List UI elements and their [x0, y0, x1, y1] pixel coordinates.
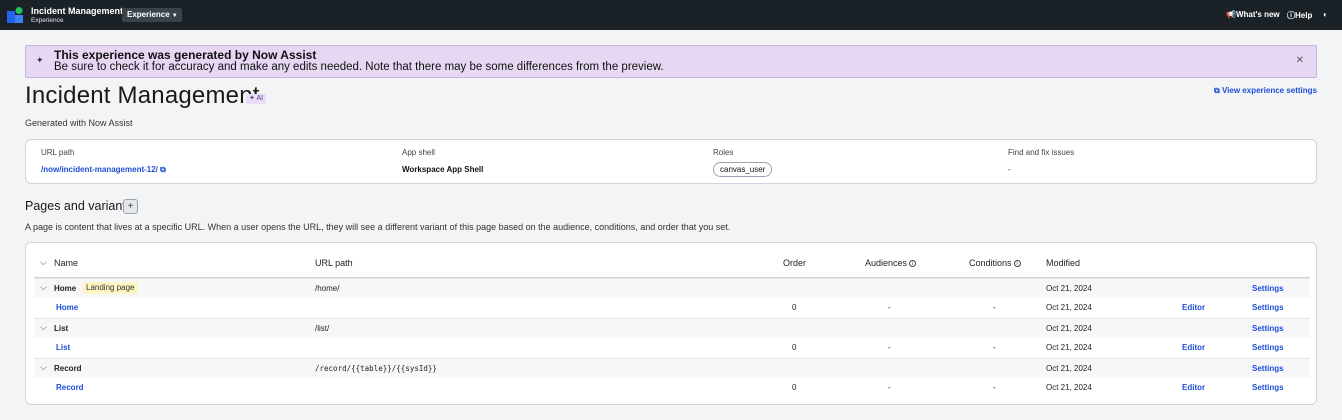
- audiences-label: Audiences: [865, 258, 908, 268]
- column-url-path: URL path: [315, 258, 353, 268]
- chevron-down-icon[interactable]: ⌵: [40, 362, 47, 373]
- table-row: ⌵ List /list/ Oct 21, 2024 Settings: [34, 318, 1310, 338]
- chevron-down-icon[interactable]: ⌵: [40, 322, 47, 333]
- variant-order: 0: [792, 303, 797, 312]
- whats-new-label: What's new: [1235, 10, 1280, 19]
- info-icon[interactable]: i: [1013, 260, 1021, 268]
- column-modified: Modified: [1046, 258, 1081, 268]
- whats-new-button[interactable]: 📢What's new: [1226, 10, 1280, 19]
- table-row: ⌵ Record /record/{{table}}/{{sysId}} Oct…: [34, 358, 1310, 378]
- url-path-link[interactable]: /now/incident-management-12/ ⧉: [41, 165, 166, 175]
- column-audiences: Audiences i: [865, 258, 917, 268]
- chevron-down-icon[interactable]: ⌵: [40, 282, 47, 293]
- variant-audiences: -: [888, 383, 891, 392]
- variant-name-link[interactable]: Home: [56, 303, 78, 312]
- page-settings-link[interactable]: Settings: [1252, 324, 1284, 333]
- page-settings-link[interactable]: Settings: [1252, 284, 1284, 293]
- variant-order: 0: [792, 383, 797, 392]
- table-row: Record 0 - - Oct 21, 2024 Editor Setting…: [34, 378, 1310, 398]
- find-issues-label: Find and fix issues: [1008, 148, 1075, 157]
- experience-menu-label: Experience: [127, 10, 170, 19]
- variant-settings-link[interactable]: Settings: [1252, 383, 1284, 392]
- page-url-path: /home/: [315, 284, 340, 293]
- megaphone-icon: 📢: [1226, 10, 1236, 19]
- variant-audiences: -: [888, 303, 891, 312]
- close-icon[interactable]: ✕: [1296, 55, 1304, 66]
- variant-conditions: -: [993, 303, 996, 312]
- landing-page-badge: Landing page: [83, 282, 138, 294]
- variant-conditions: -: [993, 343, 996, 352]
- pages-section-title: Pages and variants: [25, 199, 133, 213]
- page-url-path: /record/{{table}}/{{sysId}}: [315, 364, 437, 373]
- page-name: Home: [54, 284, 77, 293]
- column-name: Name: [54, 258, 79, 268]
- experience-menu-button[interactable]: Experience ▼: [122, 8, 182, 22]
- app-logo-icon: [7, 7, 23, 23]
- help-icon: ⓘ: [1287, 11, 1295, 20]
- info-icon[interactable]: i: [909, 260, 917, 268]
- help-button[interactable]: ⓘHelp: [1287, 10, 1312, 21]
- page-title: Incident Management: [25, 82, 260, 109]
- roles-label: Roles: [713, 148, 734, 157]
- variant-editor-link[interactable]: Editor: [1182, 343, 1205, 352]
- pages-description: A page is content that lives at a specif…: [25, 222, 731, 232]
- table-row: Home 0 - - Oct 21, 2024 Editor Settings: [34, 298, 1310, 318]
- page-url-path: /list/: [315, 324, 330, 333]
- external-open-icon: ⧉: [1214, 86, 1220, 95]
- app-title: Incident Management: [31, 6, 124, 16]
- app-subtitle: Experience: [31, 17, 64, 24]
- external-link-icon: ⧉: [160, 165, 166, 174]
- variant-order: 0: [792, 343, 797, 352]
- column-conditions: Conditions i: [969, 258, 1021, 268]
- url-path-value: /now/incident-management-12/: [41, 165, 158, 174]
- page-name: Record: [54, 364, 82, 373]
- ai-badge: ✦ AI: [246, 94, 267, 104]
- banner-title: This experience was generated by Now Ass…: [54, 48, 317, 62]
- page-modified: Oct 21, 2024: [1046, 364, 1092, 373]
- variant-modified: Oct 21, 2024: [1046, 343, 1092, 352]
- page-settings-link[interactable]: Settings: [1252, 364, 1284, 373]
- table-row: List 0 - - Oct 21, 2024 Editor Settings: [34, 338, 1310, 358]
- variant-modified: Oct 21, 2024: [1046, 303, 1092, 312]
- variant-editor-link[interactable]: Editor: [1182, 383, 1205, 392]
- app-shell-label: App shell: [402, 148, 435, 157]
- table-header: ⌵ Name URL path Order Audiences i Conditi…: [34, 251, 1310, 278]
- variant-modified: Oct 21, 2024: [1046, 383, 1092, 392]
- experience-info-card: URL path /now/incident-management-12/ ⧉ …: [25, 139, 1317, 184]
- variant-conditions: -: [993, 383, 996, 392]
- page-modified: Oct 21, 2024: [1046, 284, 1092, 293]
- table-row: ⌵ Home Landing page /home/ Oct 21, 2024 …: [34, 278, 1310, 298]
- theme-toggle-icon[interactable]: ◐: [1323, 10, 1328, 19]
- variant-settings-link[interactable]: Settings: [1252, 303, 1284, 312]
- variant-settings-link[interactable]: Settings: [1252, 343, 1284, 352]
- conditions-label: Conditions: [969, 258, 1012, 268]
- app-shell-value: Workspace App Shell: [402, 165, 484, 174]
- add-page-button[interactable]: +: [123, 199, 138, 214]
- generated-note: Generated with Now Assist: [25, 118, 133, 128]
- find-issues-value: -: [1008, 165, 1011, 174]
- caret-down-icon: ▼: [171, 13, 178, 19]
- column-order: Order: [783, 258, 807, 268]
- url-path-label: URL path: [41, 148, 75, 157]
- now-assist-banner: ✦ This experience was generated by Now A…: [25, 45, 1317, 78]
- variant-editor-link[interactable]: Editor: [1182, 303, 1205, 312]
- collapse-all-chevron-icon[interactable]: ⌵: [40, 257, 47, 268]
- view-experience-settings-link[interactable]: ⧉ View experience settings: [1214, 86, 1317, 96]
- page-modified: Oct 21, 2024: [1046, 324, 1092, 333]
- sparkle-icon: ✦: [36, 55, 44, 65]
- variant-name-link[interactable]: Record: [56, 383, 84, 392]
- variant-name-link[interactable]: List: [56, 343, 70, 352]
- top-navigation-bar: Incident Management Experience Experienc…: [0, 0, 1342, 30]
- view-settings-label: View experience settings: [1221, 86, 1317, 95]
- help-label: Help: [1295, 11, 1313, 20]
- pages-table: ⌵ Name URL path Order Audiences i Conditi…: [25, 242, 1317, 405]
- role-pill: canvas_user: [713, 162, 773, 177]
- variant-audiences: -: [888, 343, 891, 352]
- ai-badge-label: AI: [256, 95, 264, 102]
- page-name: List: [54, 324, 69, 333]
- banner-text: Be sure to check it for accuracy and mak…: [54, 61, 664, 73]
